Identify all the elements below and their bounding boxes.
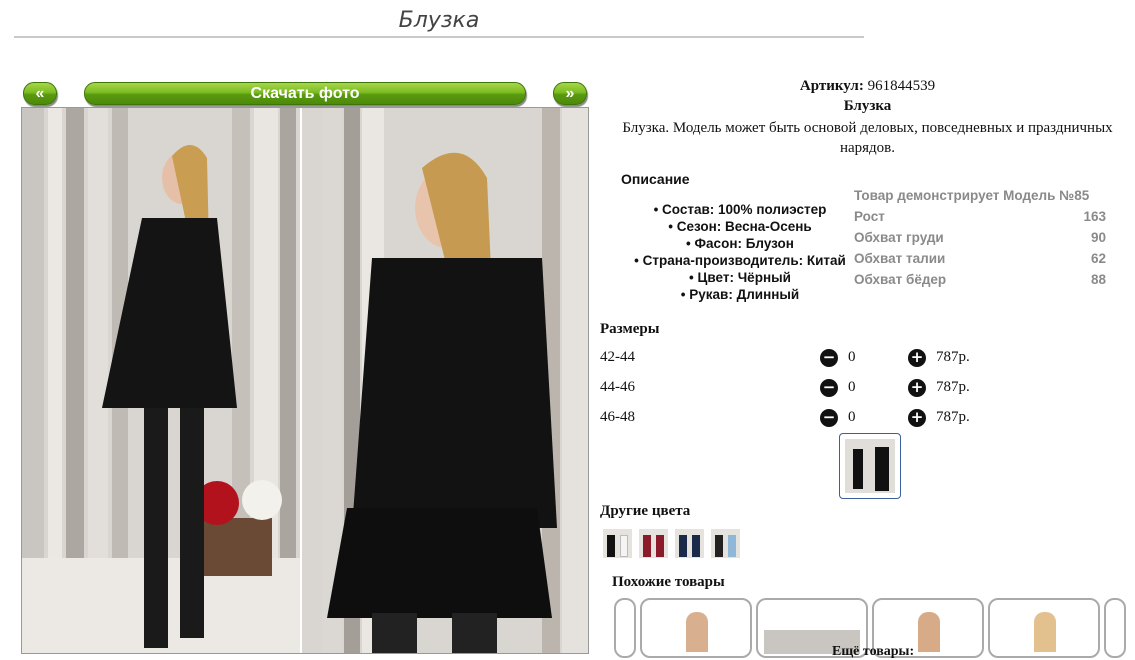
product-name: Блузка	[843, 98, 892, 114]
minus-icon[interactable]: −	[820, 349, 838, 367]
property-item: Сезон: Весна-Осень	[630, 218, 850, 235]
carousel-next-card[interactable]	[1104, 598, 1126, 658]
similar-product-card[interactable]	[640, 598, 752, 658]
product-photo-image	[22, 108, 588, 653]
article-label: Артикул:	[799, 78, 864, 94]
quantity-value: 0	[848, 349, 856, 365]
plus-icon[interactable]: +	[908, 379, 926, 397]
carousel-prev-card[interactable]	[614, 598, 636, 658]
model-row-label: Обхват талии	[854, 251, 946, 266]
size-label: 44-46	[600, 379, 635, 395]
property-item: Цвет: Чёрный	[630, 269, 850, 286]
similar-product-card[interactable]	[988, 598, 1100, 658]
minus-icon[interactable]: −	[820, 409, 838, 427]
plus-icon[interactable]: +	[908, 409, 926, 427]
selected-photo-thumbnail[interactable]	[839, 433, 901, 499]
size-price: 787р.	[936, 379, 970, 395]
size-row: 44-46 − 0 + 787р.	[600, 377, 1000, 407]
next-photo-button[interactable]: »	[553, 82, 587, 105]
color-thumbnail[interactable]	[675, 529, 704, 558]
page-title: Блузка	[14, 6, 864, 38]
size-price: 787р.	[936, 349, 970, 365]
model-row: Обхват груди 90	[852, 227, 1106, 248]
model-row-value: 90	[1090, 230, 1106, 245]
model-row: Обхват бёдер 88	[852, 269, 1106, 290]
size-row: 46-48 − 0 + 787р.	[600, 407, 1000, 437]
property-item: Страна-производитель: Китай	[630, 252, 850, 269]
plus-icon[interactable]: +	[908, 349, 926, 367]
property-item: Рукав: Длинный	[630, 286, 850, 303]
property-item: Фасон: Блузон	[630, 235, 850, 252]
model-header: Товар демонстрирует Модель №85	[854, 188, 1090, 203]
other-colors-title: Другие цвета	[600, 503, 691, 519]
model-row-value: 163	[1083, 209, 1106, 224]
color-thumbnail[interactable]	[639, 529, 668, 558]
product-description: Блузка. Модель может быть основой деловы…	[622, 120, 1113, 156]
size-label: 42-44	[600, 349, 635, 365]
model-row-label: Обхват груди	[854, 230, 944, 245]
similar-products-title: Похожие товары	[612, 574, 725, 590]
size-price: 787р.	[936, 409, 970, 425]
minus-icon[interactable]: −	[820, 379, 838, 397]
properties-list: Состав: 100% полиэстер Сезон: Весна-Осен…	[630, 201, 850, 303]
other-colors-list	[603, 529, 740, 558]
color-thumbnail[interactable]	[711, 529, 740, 558]
model-row: Обхват талии 62	[852, 248, 1106, 269]
download-photo-button[interactable]: Скачать фото	[84, 82, 526, 105]
prev-photo-button[interactable]: «	[23, 82, 57, 105]
description-title: Описание	[621, 171, 690, 187]
model-row-label: Обхват бёдер	[854, 272, 947, 287]
model-measurements: Товар демонстрирует Модель №85 Рост 163 О…	[852, 185, 1106, 290]
sizes-title: Размеры	[600, 321, 660, 337]
model-row: Рост 163	[852, 206, 1106, 227]
property-item: Состав: 100% полиэстер	[630, 201, 850, 218]
quantity-value: 0	[848, 379, 856, 395]
sizes-table: 42-44 − 0 + 787р. 44-46 − 0 + 787р. 46-4…	[600, 347, 1000, 437]
thumbnail-image	[845, 439, 895, 493]
model-row-value: 62	[1090, 251, 1106, 266]
color-thumbnail[interactable]	[603, 529, 632, 558]
model-row-value: 88	[1090, 272, 1106, 287]
quantity-value: 0	[848, 409, 856, 425]
article-value: 961844539	[867, 78, 936, 94]
model-row-label: Рост	[854, 209, 885, 224]
size-label: 46-48	[600, 409, 635, 425]
more-products-title: Ещё товары:	[832, 644, 915, 659]
product-photo[interactable]	[21, 107, 589, 654]
size-row: 42-44 − 0 + 787р.	[600, 347, 1000, 377]
article: Артикул: 961844539	[600, 78, 1135, 95]
